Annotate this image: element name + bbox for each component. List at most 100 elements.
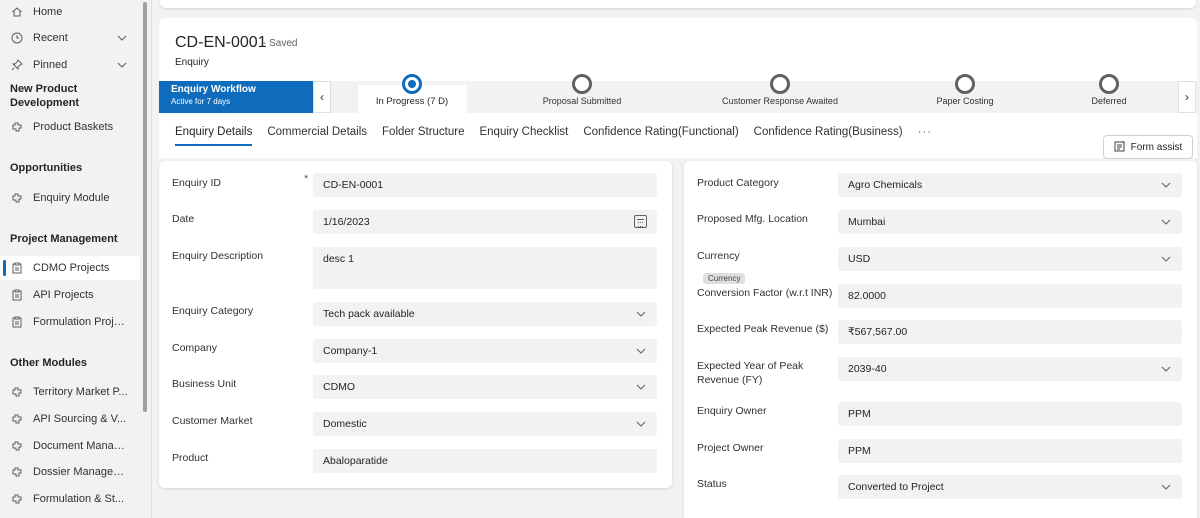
field-label: Proposed Mfg. Location (697, 213, 808, 225)
tab-folder-structure[interactable]: Folder Structure (382, 126, 464, 146)
form-assist-button[interactable]: Form assist (1103, 135, 1193, 159)
sidebar-item-formulation-st[interactable]: Formulation & St... (0, 487, 140, 511)
chevron-down-icon (1160, 363, 1172, 375)
bpf-stage-customer-response[interactable]: Customer Response Awaited (720, 74, 840, 106)
sidebar-item-product-baskets[interactable]: Product Baskets (0, 115, 140, 139)
tab-enquiry-details[interactable]: Enquiry Details (175, 126, 253, 146)
currency-select[interactable]: USD (838, 247, 1182, 271)
enquiry-owner-lookup[interactable]: PPM (838, 402, 1182, 426)
sidebar-item-recent[interactable]: Recent (0, 26, 140, 50)
conversion-factor-input[interactable]: 82.0000 (838, 284, 1182, 308)
chevron-right-icon: › (1185, 90, 1189, 104)
sidebar-item-api-projects[interactable]: API Projects (0, 283, 140, 307)
clock-icon (10, 31, 24, 45)
puzzle-icon (10, 120, 24, 134)
tab-more-button[interactable]: ··· (918, 126, 933, 146)
form-tabs: Enquiry Details Commercial Details Folde… (175, 126, 947, 146)
form-assist-icon (1114, 140, 1126, 155)
clipboard-icon (10, 288, 24, 302)
sidebar-group-other-modules: Other Modules (10, 357, 88, 369)
chevron-down-icon[interactable] (116, 32, 128, 47)
field-label: Expected Peak Revenue ($) (697, 323, 829, 335)
sidebar-item-territory[interactable]: Territory Market P... (0, 380, 140, 404)
sidebar-group-npd: New Product Development (10, 83, 80, 109)
status-select[interactable]: Converted to Project (838, 475, 1182, 499)
company-select[interactable]: Company-1 (313, 339, 657, 363)
mfg-location-select[interactable]: Mumbai (838, 210, 1182, 234)
record-header: CD-EN-0001 - Saved Enquiry Enquiry Workf… (159, 18, 1197, 159)
commercial-section: Product Category Agro Chemicals Proposed… (684, 161, 1197, 518)
field-label: Expected Year of Peak Revenue (FY) (697, 360, 804, 386)
field-label: Company (172, 342, 217, 354)
puzzle-icon (10, 439, 24, 453)
general-section: Enquiry ID * CD-EN-0001 Date 1/16/2023 E… (159, 161, 672, 488)
chevron-down-icon (1160, 179, 1172, 191)
enquiry-description-textarea[interactable]: desc 1 (313, 247, 657, 289)
sidebar-item-home[interactable]: Home (0, 0, 140, 24)
puzzle-icon (10, 465, 24, 479)
calendar-icon[interactable] (634, 215, 647, 228)
sidebar-item-pinned[interactable]: Pinned (0, 53, 140, 77)
customer-market-select[interactable]: Domestic (313, 412, 657, 436)
sidebar-item-dossier-management[interactable]: Dossier Managem... (0, 460, 140, 484)
entity-name: Enquiry (175, 57, 209, 68)
bpf-prev-button[interactable]: ‹ (313, 81, 331, 113)
clipboard-icon (10, 261, 24, 275)
clipboard-icon (10, 315, 24, 329)
date-input[interactable]: 1/16/2023 (313, 210, 657, 234)
chevron-down-icon (1160, 253, 1172, 265)
tab-confidence-business[interactable]: Confidence Rating(Business) (754, 126, 903, 146)
field-label: Status (697, 478, 727, 490)
field-label: Enquiry ID (172, 177, 222, 189)
sidebar-item-enquiry-module[interactable]: Enquiry Module (0, 186, 140, 210)
sidebar-group-opportunities: Opportunities (10, 162, 83, 174)
stage-icon (770, 74, 790, 94)
product-lookup[interactable]: Abaloparatide (313, 449, 657, 473)
chevron-down-icon (635, 345, 647, 357)
bpf-stage-deferred[interactable]: Deferred (1049, 74, 1169, 106)
stage-icon (572, 74, 592, 94)
stage-icon (1099, 74, 1119, 94)
tab-commercial-details[interactable]: Commercial Details (267, 126, 367, 146)
enquiry-category-select[interactable]: Tech pack available (313, 302, 657, 326)
bpf-stage-paper-costing[interactable]: Paper Costing (905, 74, 1025, 106)
sidebar-item-formulation-projects[interactable]: Formulation Proje... (0, 310, 140, 334)
bpf-flag[interactable]: Enquiry Workflow Active for 7 days (159, 81, 313, 113)
enquiry-id-input[interactable]: CD-EN-0001 (313, 173, 657, 197)
home-icon (10, 5, 24, 19)
command-bar-strip (160, 0, 1196, 8)
product-category-select[interactable]: Agro Chemicals (838, 173, 1182, 197)
field-label: Enquiry Category (172, 305, 254, 317)
chevron-down-icon[interactable] (116, 59, 128, 74)
record-title: CD-EN-0001 (175, 34, 267, 51)
tab-confidence-functional[interactable]: Confidence Rating(Functional) (583, 126, 738, 146)
bpf-stage-in-progress[interactable]: In Progress (7 D) (352, 74, 472, 107)
bpf-next-button[interactable]: › (1178, 81, 1196, 113)
chevron-down-icon (1160, 216, 1172, 228)
chevron-down-icon (1160, 481, 1172, 493)
bpf-stage-proposal-submitted[interactable]: Proposal Submitted (522, 74, 642, 106)
puzzle-icon (10, 385, 24, 399)
stage-icon (955, 74, 975, 94)
bpf-name: Enquiry Workflow (171, 84, 256, 95)
peak-revenue-input[interactable]: ₹567,567.00 (838, 320, 1182, 344)
field-label: Conversion Factor (w.r.t INR) (697, 287, 833, 299)
business-unit-select[interactable]: CDMO (313, 375, 657, 399)
peak-year-select[interactable]: 2039-40 (838, 357, 1182, 381)
field-label: Project Owner (697, 442, 764, 454)
tab-enquiry-checklist[interactable]: Enquiry Checklist (479, 126, 568, 146)
stage-active-icon (402, 74, 422, 94)
save-status: - Saved (263, 38, 298, 49)
chevron-down-icon (635, 308, 647, 320)
sidebar-group-project-management: Project Management (10, 233, 118, 245)
sidebar-item-document-management[interactable]: Document Manag... (0, 434, 140, 458)
sidebar-item-api-sourcing[interactable]: API Sourcing & V... (0, 407, 140, 431)
field-label: Enquiry Description (172, 250, 264, 262)
field-label: Business Unit (172, 378, 237, 390)
sidebar-item-cdmo-projects[interactable]: CDMO Projects (0, 256, 140, 280)
project-owner-lookup[interactable]: PPM (838, 439, 1182, 463)
sidebar-scrollbar[interactable] (143, 2, 147, 412)
chevron-down-icon (635, 381, 647, 393)
field-label: Customer Market (172, 415, 253, 427)
required-marker: * (304, 173, 309, 185)
